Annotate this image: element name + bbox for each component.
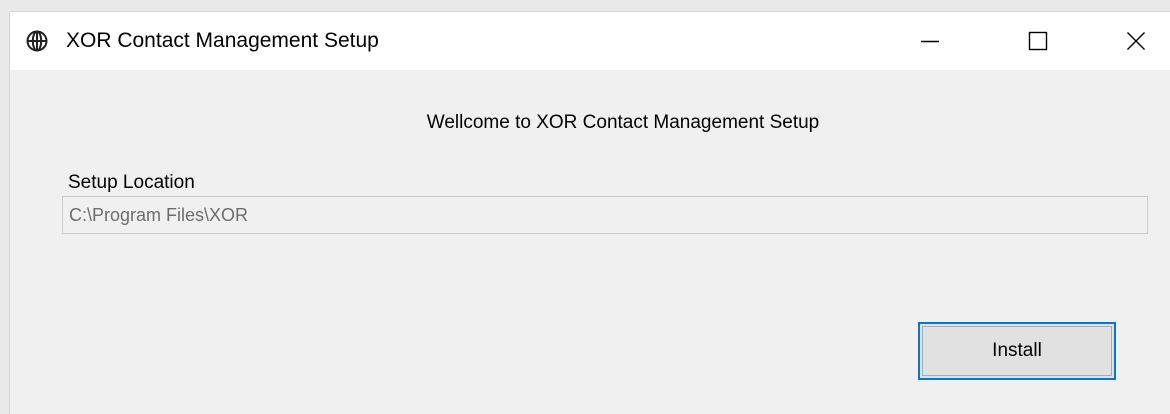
maximize-icon xyxy=(1028,31,1048,51)
setup-window: XOR Contact Management Setup Wellcome to… xyxy=(10,12,1170,414)
setup-location-field[interactable] xyxy=(62,196,1148,234)
install-button[interactable]: Install xyxy=(918,322,1116,380)
close-button[interactable] xyxy=(1090,12,1170,70)
window-title: XOR Contact Management Setup xyxy=(66,29,379,52)
globe-icon xyxy=(26,30,48,52)
welcome-text: Wellcome to XOR Contact Management Setup xyxy=(426,112,820,133)
minimize-icon xyxy=(920,31,940,51)
title-bar[interactable]: XOR Contact Management Setup xyxy=(10,12,1170,70)
minimize-button[interactable] xyxy=(884,12,976,70)
close-icon xyxy=(1126,31,1146,51)
install-button-label: Install xyxy=(992,340,1042,361)
maximize-button[interactable] xyxy=(992,12,1084,70)
setup-location-label: Setup Location xyxy=(68,172,195,193)
